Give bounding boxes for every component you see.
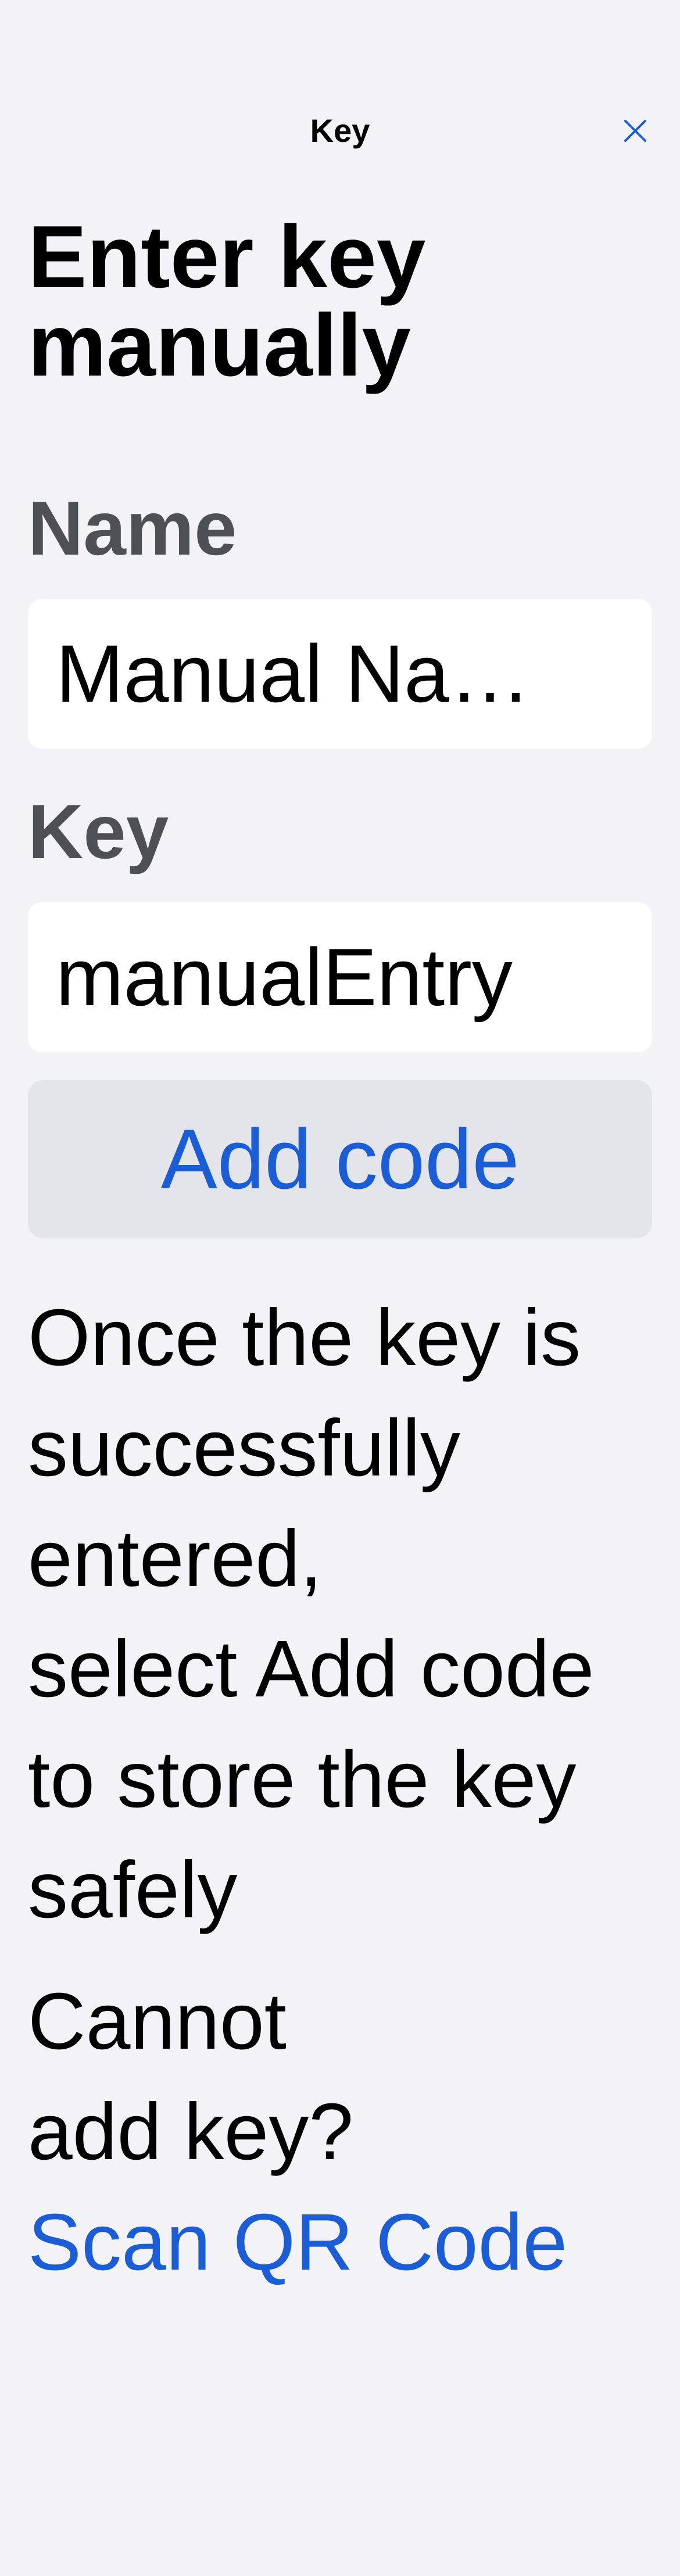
key-field[interactable]: manualEntry [28, 902, 652, 1052]
add-code-button[interactable]: Add code [28, 1080, 652, 1238]
key-label: Key [28, 789, 169, 874]
cannot-add-key-text: Cannot add key? [28, 1977, 354, 2177]
nav-title: Key [310, 112, 370, 149]
instructions-text: Once the key is successfully entered, se… [28, 1293, 595, 1935]
name-field[interactable]: Manual Na… [28, 599, 652, 749]
key-entry-screen: Key Enter key manually Name Manual Na… K… [0, 0, 680, 2576]
scan-qr-code-link[interactable]: Scan QR Code [28, 2187, 567, 2298]
close-icon[interactable] [620, 115, 651, 147]
name-label: Name [28, 485, 237, 571]
page-title: Enter key manually [28, 208, 426, 395]
